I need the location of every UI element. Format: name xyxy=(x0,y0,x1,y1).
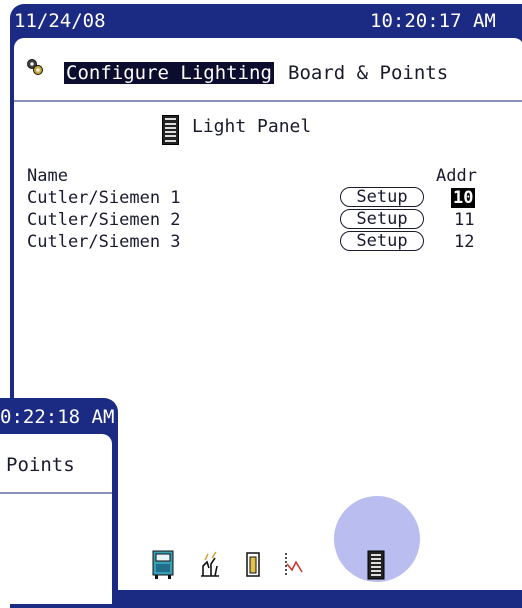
column-header-addr: Addr xyxy=(436,166,477,186)
board-name: Cutler/Siemen 3 xyxy=(27,232,181,252)
background-window: 0:22:18 AM Points xyxy=(0,398,118,604)
address-field[interactable]: 11 xyxy=(454,210,474,230)
setup-button[interactable]: Setup xyxy=(340,209,424,229)
board-name: Cutler/Siemen 1 xyxy=(27,188,181,208)
time-display: 10:20:17 AM xyxy=(370,10,496,32)
background-screen: Points xyxy=(0,434,112,604)
page-title-highlight: Configure Lighting xyxy=(64,62,274,84)
gears-icon xyxy=(27,59,43,75)
board-name: Cutler/Siemen 2 xyxy=(27,210,181,230)
light-panel-header-icon xyxy=(162,115,179,145)
panel-label: Light Panel xyxy=(192,116,312,137)
list-item: Cutler/Siemen 3 Setup 12 xyxy=(14,231,522,254)
address-field-selected[interactable]: 10 xyxy=(451,188,476,208)
light-panel-icon[interactable] xyxy=(365,550,387,580)
background-title: Points xyxy=(6,454,75,476)
title-bar: Configure Lighting Board & Points xyxy=(14,38,522,102)
hvac-unit-icon[interactable] xyxy=(152,550,174,580)
column-header-name: Name xyxy=(27,166,68,186)
list-item: Cutler/Siemen 2 Setup 11 xyxy=(14,209,522,232)
address-field[interactable]: 12 xyxy=(454,232,474,252)
background-time-display: 0:22:18 AM xyxy=(0,406,115,428)
list-item: Cutler/Siemen 1 Setup 10 xyxy=(14,187,522,210)
divider xyxy=(0,492,112,494)
lighting-hand-icon[interactable] xyxy=(199,550,221,580)
status-bar: 11/24/08 10:20:17 AM xyxy=(10,4,522,38)
setup-button[interactable]: Setup xyxy=(340,187,424,207)
door-icon[interactable] xyxy=(242,550,264,580)
page-title-rest: Board & Points xyxy=(288,62,449,84)
date-display: 11/24/08 xyxy=(14,10,106,32)
trend-chart-icon[interactable] xyxy=(282,550,304,580)
setup-button[interactable]: Setup xyxy=(340,231,424,251)
